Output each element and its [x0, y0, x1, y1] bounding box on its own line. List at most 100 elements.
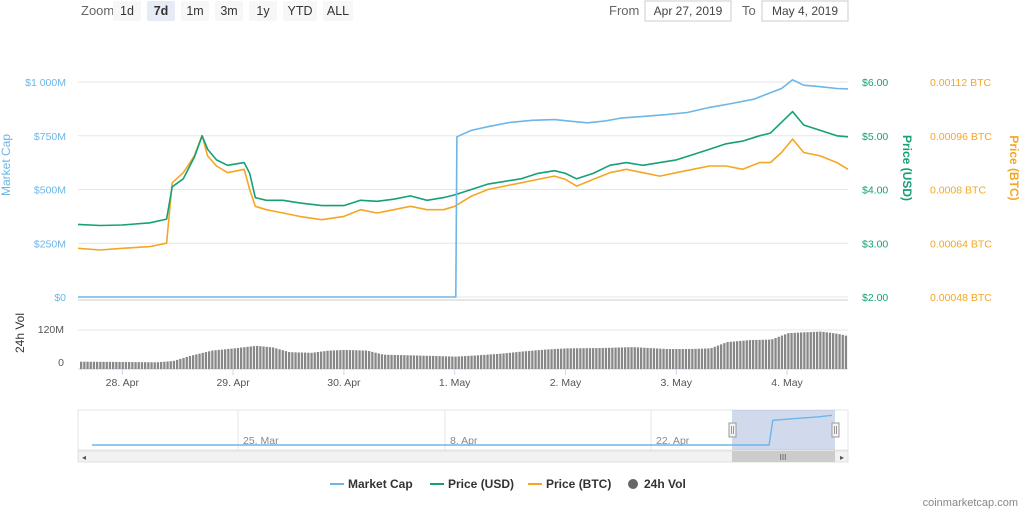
- credit-text: coinmarketcap.com: [923, 497, 1018, 509]
- x-tick-label: 3. May: [661, 377, 693, 389]
- volume-bar: [182, 357, 185, 369]
- legend-marker-volume: [628, 479, 638, 489]
- volume-bar: [380, 354, 384, 369]
- volume-bar: [569, 348, 572, 369]
- volume-bar: [662, 348, 665, 369]
- volume-bar: [825, 332, 828, 369]
- volume-bar: [518, 351, 521, 369]
- volume-bar: [368, 351, 371, 369]
- volume-bar: [192, 355, 195, 369]
- volume-bar: [755, 339, 758, 369]
- zoom-button-label-1m[interactable]: 1m: [186, 4, 203, 18]
- legend-item-2[interactable]: Price (BTC): [546, 477, 611, 491]
- zoom-label: Zoom: [81, 3, 114, 18]
- volume-bar: [195, 354, 198, 369]
- volume-bar: [585, 348, 588, 369]
- volume-bars: [80, 331, 848, 369]
- zoom-button-label-1d[interactable]: 1d: [120, 4, 134, 18]
- volume-bar: [822, 331, 825, 369]
- volume-bar: [467, 355, 470, 369]
- volume-bar: [636, 347, 640, 369]
- volume-bar: [451, 356, 454, 369]
- volume-bar: [531, 350, 534, 369]
- volume-bar: [844, 335, 848, 369]
- volume-bar: [704, 348, 707, 369]
- volume-bar: [691, 348, 694, 369]
- volume-bar: [150, 362, 153, 369]
- volume-bar: [326, 350, 329, 369]
- volume-bar: [272, 347, 275, 369]
- legend-item-3[interactable]: 24h Vol: [644, 477, 686, 491]
- zoom-button-label-1y[interactable]: 1y: [256, 4, 270, 18]
- volume-bar: [214, 350, 217, 369]
- volume-bar: [553, 349, 556, 369]
- volume-bar: [806, 332, 809, 369]
- volume-bar: [288, 352, 291, 369]
- volume-bar: [838, 334, 841, 369]
- volume-bar: [809, 332, 812, 369]
- volume-bar: [505, 353, 508, 369]
- volume-bar: [329, 350, 332, 369]
- volume-bar: [787, 333, 790, 369]
- zoom-button-label-all[interactable]: ALL: [327, 4, 349, 18]
- price-usd-tick: $3.00: [862, 238, 888, 250]
- market-cap-line: [78, 79, 849, 298]
- volume-bar: [620, 347, 624, 369]
- volume-bar: [566, 348, 569, 369]
- volume-bar: [736, 341, 739, 369]
- volume-bar: [540, 349, 544, 369]
- volume-bar: [595, 348, 598, 369]
- x-tick-label: 29. Apr: [216, 377, 250, 389]
- volume-bar: [624, 347, 627, 369]
- volume-bar: [812, 331, 816, 369]
- volume-bar: [364, 350, 368, 369]
- volume-bar: [409, 355, 412, 369]
- volume-bar: [828, 332, 832, 369]
- volume-bar: [310, 352, 313, 369]
- volume-bar: [393, 354, 396, 369]
- navigator-right-handle[interactable]: [831, 422, 840, 438]
- volume-bar: [764, 339, 768, 369]
- volume-bar: [163, 361, 166, 369]
- to-date-input[interactable]: May 4, 2019: [772, 4, 838, 18]
- volume-bar: [761, 339, 764, 369]
- volume-bar: [668, 349, 672, 369]
- legend-item-0[interactable]: Market Cap: [348, 477, 413, 491]
- volume-bar: [560, 348, 563, 369]
- volume-bar: [496, 353, 499, 369]
- volume-bar: [425, 355, 428, 369]
- from-date-input[interactable]: Apr 27, 2019: [654, 4, 723, 18]
- zoom-button-label-7d[interactable]: 7d: [154, 4, 169, 18]
- volume-bar: [700, 348, 704, 369]
- volume-bar: [435, 356, 438, 369]
- volume-bar: [419, 355, 422, 369]
- volume-bar: [480, 355, 483, 369]
- volume-bar: [278, 349, 281, 369]
- volume-bar: [224, 349, 227, 369]
- scroll-right-arrow-icon[interactable]: ▸: [840, 453, 844, 462]
- volume-bar: [489, 354, 492, 369]
- volume-bar: [550, 349, 553, 369]
- zoom-button-label-3m[interactable]: 3m: [220, 4, 237, 18]
- volume-bar: [172, 360, 176, 369]
- volume-bar: [784, 334, 787, 369]
- volume-bar: [137, 362, 140, 369]
- volume-bar: [617, 347, 620, 369]
- volume-bar: [176, 359, 179, 369]
- volume-bar: [156, 362, 160, 369]
- volume-bar: [563, 348, 566, 369]
- navigator-left-handle[interactable]: [728, 422, 737, 438]
- volume-bar: [688, 348, 691, 369]
- volume-bar: [252, 346, 256, 369]
- legend-item-1[interactable]: Price (USD): [448, 477, 514, 491]
- volume-bar: [457, 356, 460, 369]
- market-cap-tick: $750M: [34, 131, 66, 143]
- volume-bar: [627, 347, 630, 369]
- volume-bar: [86, 361, 89, 369]
- x-tick-label: 28. Apr: [106, 377, 140, 389]
- volume-bar: [646, 347, 649, 369]
- navigator[interactable]: 25. Mar 8. Apr 22. AprIII◂ ▸: [77, 409, 849, 463]
- x-tick-label: 4. May: [771, 377, 803, 389]
- zoom-button-label-ytd[interactable]: YTD: [288, 4, 313, 18]
- scroll-left-arrow-icon[interactable]: ◂: [82, 453, 86, 462]
